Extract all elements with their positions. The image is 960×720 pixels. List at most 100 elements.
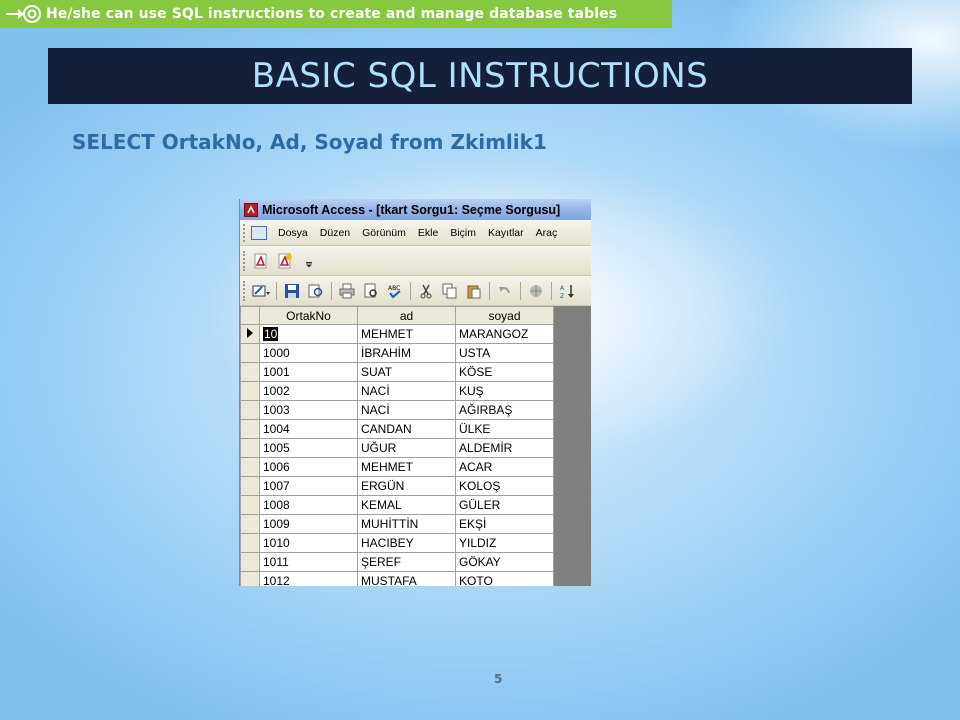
toolbar-overflow-icon[interactable] <box>299 251 319 271</box>
pdf-settings-icon[interactable] <box>275 251 295 271</box>
table-cell[interactable]: 1004 <box>259 419 358 439</box>
table-cell[interactable]: UĞUR <box>357 438 456 458</box>
table-row[interactable]: 1002 NACİ KUŞ <box>240 381 554 401</box>
row-selector[interactable] <box>240 400 260 420</box>
table-cell[interactable]: 1001 <box>259 362 358 382</box>
table-cell[interactable]: 1002 <box>259 381 358 401</box>
table-cell[interactable]: GÜLER <box>455 495 554 515</box>
row-selector[interactable] <box>240 552 260 572</box>
menu-kayitlar[interactable]: Kayıtlar <box>483 227 531 239</box>
table-row[interactable]: 1012 MUSTAFA KOTO <box>240 571 554 586</box>
view-icon[interactable] <box>251 281 271 301</box>
table-row[interactable]: 1001 SUAT KÖSE <box>240 362 554 382</box>
column-header-ad[interactable]: ad <box>357 306 456 325</box>
table-cell[interactable]: 1005 <box>259 438 358 458</box>
spelling-icon[interactable]: ABC <box>385 281 405 301</box>
table-row[interactable]: 1011 ŞEREF GÖKAY <box>240 552 554 572</box>
search-db-icon[interactable] <box>306 281 326 301</box>
row-selector[interactable] <box>240 533 260 553</box>
row-selector[interactable] <box>240 362 260 382</box>
table-cell[interactable]: GÖKAY <box>455 552 554 572</box>
table-cell[interactable]: NACİ <box>357 381 456 401</box>
table-cell[interactable]: ÜLKE <box>455 419 554 439</box>
table-cell[interactable]: KUŞ <box>455 381 554 401</box>
toolbar-grip[interactable] <box>243 250 249 271</box>
header-row-selector[interactable] <box>240 306 260 325</box>
table-cell[interactable]: KOTO <box>455 571 554 586</box>
table-row[interactable]: 1003 NACİ AĞIRBAŞ <box>240 400 554 420</box>
print-icon[interactable] <box>337 281 357 301</box>
table-cell[interactable]: KEMAL <box>357 495 456 515</box>
table-cell[interactable]: 10 <box>259 324 358 344</box>
table-row[interactable]: 1000 İBRAHİM USTA <box>240 343 554 363</box>
table-cell[interactable]: 1008 <box>259 495 358 515</box>
table-cell[interactable]: KOLOŞ <box>455 476 554 496</box>
menu-bicim[interactable]: Biçim <box>445 227 483 239</box>
cut-icon[interactable] <box>416 281 436 301</box>
table-row[interactable]: 1006 MEHMET ACAR <box>240 457 554 477</box>
menu-duzen[interactable]: Düzen <box>315 227 357 239</box>
undo-icon[interactable] <box>495 281 515 301</box>
table-cell[interactable]: KÖSE <box>455 362 554 382</box>
save-icon[interactable] <box>282 281 302 301</box>
table-cell[interactable]: 1003 <box>259 400 358 420</box>
table-row[interactable]: 1007 ERGÜN KOLOŞ <box>240 476 554 496</box>
menu-dosya[interactable]: Dosya <box>273 227 315 239</box>
row-selector[interactable] <box>240 438 260 458</box>
table-cell[interactable]: 1000 <box>259 343 358 363</box>
menu-gorunum[interactable]: Görünüm <box>357 227 413 239</box>
table-row[interactable]: 1008 KEMAL GÜLER <box>240 495 554 515</box>
column-header-soyad[interactable]: soyad <box>455 306 554 325</box>
table-cell[interactable]: SUAT <box>357 362 456 382</box>
table-cell[interactable]: YILDIZ <box>455 533 554 553</box>
column-header-ortakno[interactable]: OrtakNo <box>259 306 358 325</box>
table-cell[interactable]: MEHMET <box>357 324 456 344</box>
web-icon[interactable] <box>526 281 546 301</box>
table-cell[interactable]: HACIBEY <box>357 533 456 553</box>
table-cell[interactable]: ALDEMİR <box>455 438 554 458</box>
menu-araclar[interactable]: Araç <box>531 227 565 239</box>
document-icon[interactable] <box>251 225 267 240</box>
table-cell[interactable]: 1011 <box>259 552 358 572</box>
table-cell[interactable]: İBRAHİM <box>357 343 456 363</box>
paste-icon[interactable] <box>464 281 484 301</box>
pdf-icon[interactable] <box>251 251 271 271</box>
row-selector[interactable] <box>240 343 260 363</box>
row-selector[interactable] <box>240 476 260 496</box>
row-selector[interactable] <box>240 514 260 534</box>
menu-ekle[interactable]: Ekle <box>413 227 445 239</box>
table-cell[interactable]: ŞEREF <box>357 552 456 572</box>
table-cell[interactable]: MUHİTTİN <box>357 514 456 534</box>
toolbar-grip[interactable] <box>243 223 249 242</box>
table-row[interactable]: 1009 MUHİTTİN EKŞİ <box>240 514 554 534</box>
copy-icon[interactable] <box>440 281 460 301</box>
table-cell[interactable]: 1006 <box>259 457 358 477</box>
table-cell[interactable]: MUSTAFA <box>357 571 456 586</box>
table-cell[interactable]: MEHMET <box>357 457 456 477</box>
table-cell[interactable]: 1012 <box>259 571 358 586</box>
table-cell[interactable]: ERGÜN <box>357 476 456 496</box>
table-cell[interactable]: USTA <box>455 343 554 363</box>
table-row[interactable]: 1005 UĞUR ALDEMİR <box>240 438 554 458</box>
row-selector[interactable] <box>240 324 260 344</box>
table-cell[interactable]: 1009 <box>259 514 358 534</box>
table-cell[interactable]: 1007 <box>259 476 358 496</box>
row-selector[interactable] <box>240 571 260 586</box>
table-cell[interactable]: NACİ <box>357 400 456 420</box>
row-selector[interactable] <box>240 419 260 439</box>
print-preview-icon[interactable] <box>361 281 381 301</box>
table-row[interactable]: 10 MEHMET MARANGOZ <box>240 324 554 344</box>
table-cell[interactable]: CANDAN <box>357 419 456 439</box>
table-cell[interactable]: EKŞİ <box>455 514 554 534</box>
table-cell[interactable]: ACAR <box>455 457 554 477</box>
sort-ascending-icon[interactable]: AZ <box>557 281 577 301</box>
table-row[interactable]: 1010 HACIBEY YILDIZ <box>240 533 554 553</box>
table-row[interactable]: 1004 CANDAN ÜLKE <box>240 419 554 439</box>
row-selector[interactable] <box>240 495 260 515</box>
table-cell[interactable]: AĞIRBAŞ <box>455 400 554 420</box>
table-cell[interactable]: 1010 <box>259 533 358 553</box>
row-selector[interactable] <box>240 381 260 401</box>
row-selector[interactable] <box>240 457 260 477</box>
table-cell[interactable]: MARANGOZ <box>455 324 554 344</box>
toolbar-grip[interactable] <box>243 280 249 301</box>
